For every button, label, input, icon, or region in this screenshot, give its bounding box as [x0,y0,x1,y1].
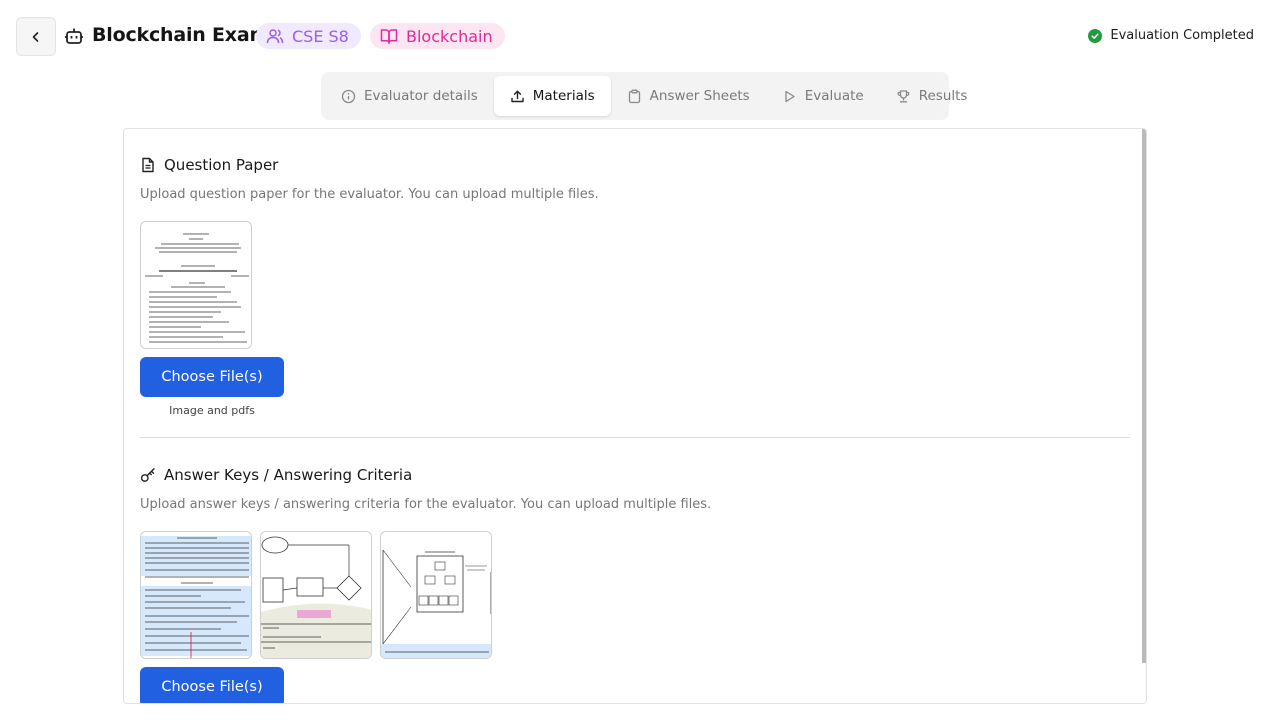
file-type-hint: Image and pdfs [169,404,255,417]
tab-label: Evaluator details [364,88,478,104]
clipboard-icon [628,89,640,103]
tab-label: Evaluate [804,88,864,104]
users-icon [266,29,284,44]
page-title: Blockchain Exam [92,24,270,46]
check-circle-icon [1088,28,1103,43]
upload-icon [511,90,524,102]
class-badge-label: CSE S8 [292,26,349,46]
answer-keys-description: Upload answer keys / answering criteria … [140,497,712,512]
tab-bar: Evaluator details Materials Answer Sheet… [321,72,967,120]
tab-evaluate[interactable]: Evaluate [766,76,880,116]
section-title-label: Answer Keys / Answering Criteria [164,466,413,484]
book-open-icon [380,29,398,44]
robot-icon [65,28,83,44]
play-icon [785,90,795,102]
info-icon [341,89,356,103]
tab-label: Results [918,88,968,104]
panel-scrollbar[interactable] [1142,129,1146,663]
tab-evaluator-details[interactable]: Evaluator details [325,76,494,116]
tab-label: Answer Sheets [649,88,750,104]
back-button[interactable] [16,17,56,56]
tab-materials[interactable]: Materials [493,76,611,116]
answer-key-thumbnail[interactable] [140,531,252,659]
answer-key-thumbnail[interactable] [380,531,492,659]
subject-badge-label: Blockchain [406,26,493,46]
class-badge: CSE S8 [256,23,361,49]
tab-label: Materials [532,88,595,104]
section-title-label: Question Paper [164,156,279,174]
trophy-icon [897,89,910,102]
document-preview-image [141,222,251,348]
tab-answer-sheets[interactable]: Answer Sheets [611,76,766,116]
subject-badge: Blockchain [370,23,505,49]
diagram-preview-image [261,532,371,658]
tab-results[interactable]: Results [880,76,984,116]
question-paper-description: Upload question paper for the evaluator.… [140,187,599,202]
question-paper-thumbnail[interactable] [140,221,252,349]
document-preview-image [141,532,251,658]
answer-keys-heading: Answer Keys / Answering Criteria [140,466,412,484]
key-icon [140,468,155,482]
chevron-left-icon [32,31,39,42]
materials-panel: Question Paper Upload question paper for… [123,128,1147,704]
answer-key-thumbnail[interactable] [260,531,372,659]
question-paper-choose-files-button[interactable]: Choose File(s) [140,357,284,397]
file-text-icon [142,157,154,173]
section-divider [140,437,1130,438]
answer-keys-choose-files-button[interactable]: Choose File(s) [140,667,284,703]
status-label: Evaluation Completed [1110,28,1254,43]
question-paper-heading: Question Paper [140,156,278,174]
diagram-preview-image [381,532,491,658]
evaluation-status: Evaluation Completed [1088,28,1254,43]
